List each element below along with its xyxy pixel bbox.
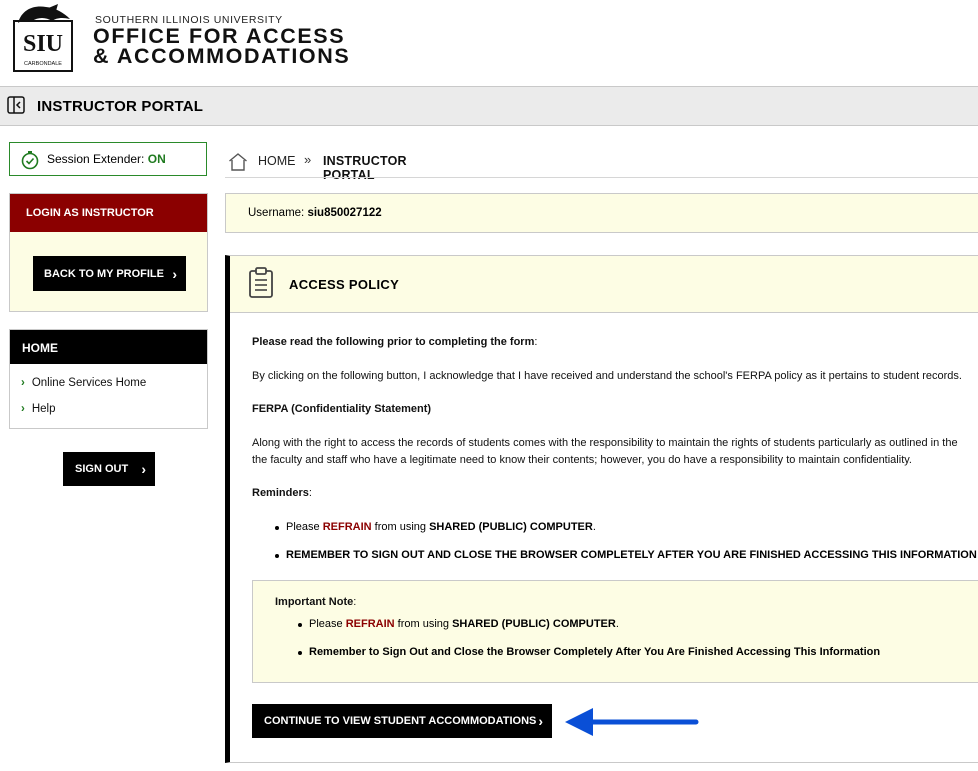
ferpa-text-line2: the faculty and staff who have a legitim… [252,454,912,466]
reminders-colon: : [308,487,312,499]
left-arrow-icon [565,708,699,736]
note-item-sign-out: Remember to Sign Out and Close the Brows… [309,646,881,658]
double-chevron-icon: » [304,152,312,167]
siu-saluki-logo-icon[interactable]: SIU CARBONDALE [12,3,76,73]
session-extender-state: ON [147,152,166,166]
portal-topbar: INSTRUCTOR PORTAL [0,86,978,126]
site-header: SIU CARBONDALE SOUTHERN ILLINOIS UNIVERS… [0,0,978,86]
nav-item-online-services-home[interactable]: › Online Services Home [21,377,146,389]
session-extender-text: Session Extender: ON [47,152,166,166]
access-policy-title: ACCESS POLICY [289,277,400,292]
bullet-dot [275,526,279,530]
login-panel-title: LOGIN AS INSTRUCTOR [26,207,154,219]
important-note-colon: : [353,596,357,608]
username-text: Username: siu850027122 [248,207,382,219]
important-note-title-text: Important Note [275,596,354,608]
home-nav-title: HOME [22,341,58,355]
username-banner: Username: siu850027122 [225,193,978,233]
sidebar-toggle-icon[interactable] [7,96,25,114]
reminders-label-text: Reminders [252,487,309,499]
ferpa-title: FERPA (Confidentiality Statement) [252,403,432,415]
login-as-instructor-panel: LOGIN AS INSTRUCTOR BACK TO MY PROFILE › [9,193,208,312]
username-value: siu850027122 [307,207,382,219]
login-panel-header: LOGIN AS INSTRUCTOR [10,194,207,232]
sign-out-button[interactable]: SIGN OUT › [63,452,155,486]
note-shared-computer: SHARED (PUBLIC) COMPUTER [452,618,616,630]
bullet-dot [275,554,279,558]
reminder-text-pre: Please [286,521,323,533]
policy-intro-text: Please read the following prior to compl… [252,336,535,348]
clipboard-icon [249,267,273,298]
reminder-text-end: . [592,521,596,533]
important-note-box: Important Note: Please REFRAIN from usin… [252,580,978,683]
bullet-dot [298,623,302,627]
home-nav-panel: HOME › Online Services Home › Help [9,329,208,429]
office-name-line2: & ACCOMMODATIONS [93,44,351,68]
access-policy-header: ACCESS POLICY [230,256,978,313]
chevron-right-icon: › [21,403,25,415]
breadcrumb-home-link[interactable]: HOME [258,154,296,168]
note-refrain-highlight: REFRAIN [345,618,395,630]
home-nav-header: HOME [10,330,207,364]
office-name: OFFICE FOR ACCESS & ACCOMMODATIONS [93,24,351,68]
username-label: Username: [248,207,305,219]
policy-intro-colon: : [534,336,538,348]
office-name-line1: OFFICE FOR ACCESS [93,24,346,48]
important-note-title: Important Note: [275,596,356,608]
reminder-shared-computer: SHARED (PUBLIC) COMPUTER [429,521,593,533]
breadcrumb-divider [225,177,978,178]
note-text-pre: Please [309,618,346,630]
ferpa-text-line1: Along with the right to access the recor… [252,437,958,449]
reminder-refrain-highlight: REFRAIN [322,521,372,533]
home-icon[interactable] [228,152,248,172]
back-to-profile-button[interactable]: BACK TO MY PROFILE › [33,256,186,291]
sign-out-label: SIGN OUT [75,463,129,475]
chevron-right-icon: › [172,265,177,282]
bullet-dot [298,651,302,655]
logo-subtext: CARBONDALE [24,61,62,67]
nav-item-help[interactable]: › Help [21,403,56,415]
nav-item-label: Online Services Home [31,377,147,389]
session-extender-label: Session Extender: [47,152,145,166]
stopwatch-check-icon [21,151,39,170]
nav-item-label: Help [31,403,56,415]
chevron-right-icon: › [538,713,543,729]
back-to-profile-label: BACK TO MY PROFILE [44,268,164,280]
page-title: INSTRUCTOR PORTAL [37,98,204,115]
session-extender[interactable]: Session Extender: ON [9,142,207,176]
reminder-item-refrain: Please REFRAIN from using SHARED (PUBLIC… [286,521,596,533]
reminder-item-sign-out: REMEMBER TO SIGN OUT AND CLOSE THE BROWS… [286,549,977,561]
chevron-right-icon: › [141,461,146,477]
chevron-right-icon: › [21,377,25,389]
note-text-mid: from using [394,618,453,630]
note-item-refrain: Please REFRAIN from using SHARED (PUBLIC… [309,618,619,630]
continue-button-label: CONTINUE TO VIEW STUDENT ACCOMMODATIONS [264,715,537,727]
policy-intro: Please read the following prior to compl… [252,336,537,348]
note-text-end: . [615,618,619,630]
reminder-text-mid: from using [371,521,430,533]
logo-letters: SIU [23,31,63,57]
access-policy-panel: ACCESS POLICY Please read the following … [225,255,978,763]
reminders-label: Reminders: [252,487,312,499]
policy-acknowledgement: By clicking on the following button, I a… [252,370,962,382]
continue-to-accommodations-button[interactable]: CONTINUE TO VIEW STUDENT ACCOMMODATIONS … [252,704,552,738]
